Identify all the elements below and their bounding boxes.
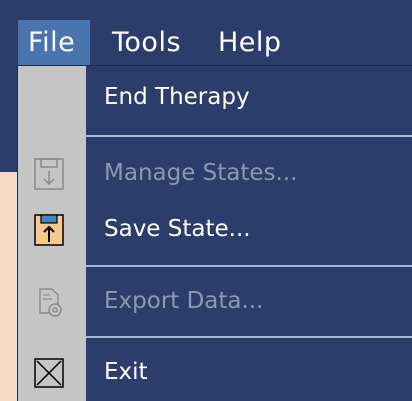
- file-dropdown-menu: End Therapy Manage States... Save State.…: [18, 66, 412, 401]
- menu-item-label: Manage States...: [104, 160, 298, 186]
- menu-item-end-therapy[interactable]: End Therapy: [18, 68, 412, 126]
- menu-bar: File Tools Help: [0, 0, 412, 74]
- menu-item-label: Export Data...: [104, 288, 264, 314]
- floppy-download-icon: [32, 157, 66, 191]
- floppy-upload-icon: [32, 213, 66, 247]
- menu-help[interactable]: Help: [208, 20, 292, 66]
- menu-tools[interactable]: Tools: [102, 20, 191, 66]
- application-window: File Tools Help End Therapy Manage State…: [0, 0, 412, 401]
- close-box-icon: [32, 356, 66, 390]
- menu-separator: [86, 336, 412, 338]
- menu-item-save-state[interactable]: Save State...: [18, 200, 412, 258]
- menu-item-label: Save State...: [104, 216, 251, 242]
- menu-item-exit[interactable]: Exit: [18, 343, 412, 401]
- menu-separator: [86, 265, 412, 267]
- menu-item-manage-states[interactable]: Manage States...: [18, 144, 412, 202]
- export-gear-icon: [32, 285, 66, 319]
- menu-file[interactable]: File: [18, 20, 90, 66]
- menu-item-label: End Therapy: [104, 84, 250, 110]
- menu-item-export-data[interactable]: Export Data...: [18, 272, 412, 330]
- menu-separator: [86, 135, 412, 137]
- menu-item-label: Exit: [104, 359, 148, 385]
